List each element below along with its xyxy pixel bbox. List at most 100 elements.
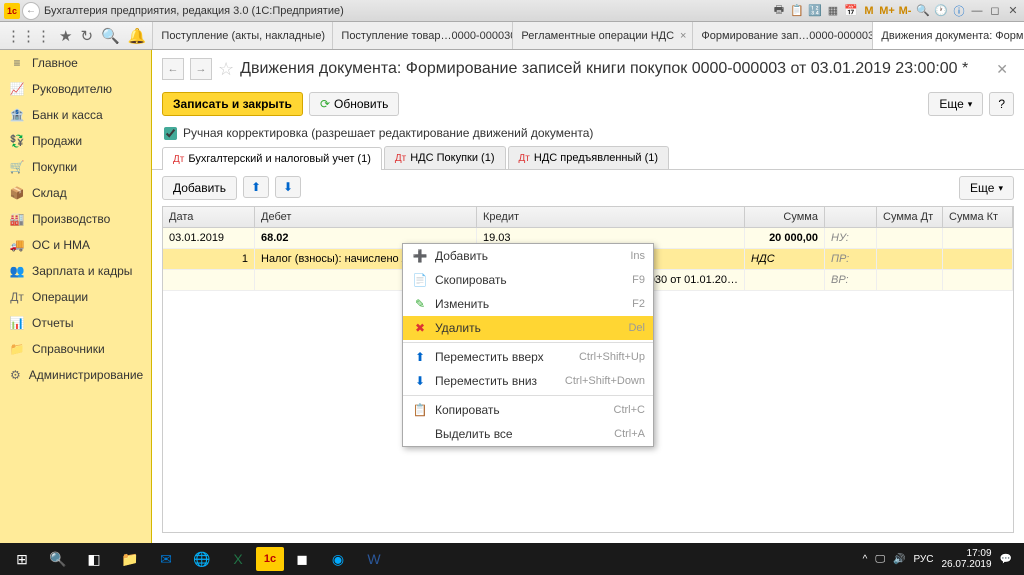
sidebar-label: Операции [32,290,88,304]
sidebar-item[interactable]: 🏦 Банк и касса [0,102,151,128]
app-icon[interactable]: ◼ [284,545,320,573]
1c-taskbar-icon[interactable]: 1c [256,547,284,571]
doc-nav-fwd[interactable]: → [190,58,212,80]
sidebar-item[interactable]: 📊Отчеты [0,310,151,336]
col-sum[interactable]: Сумма [745,207,825,227]
taskview-icon[interactable]: ◧ [76,545,112,573]
tray-up-icon[interactable]: ^ [863,554,868,565]
apps-icon[interactable]: ⋮⋮⋮ [6,27,51,45]
doc-close-icon[interactable]: ✕ [990,61,1014,78]
col-kredit[interactable]: Кредит [477,207,745,227]
context-menu-item[interactable]: ✖УдалитьDel [403,316,653,340]
grid-icon[interactable]: ▦ [826,4,840,18]
col-date[interactable]: Дата [163,207,255,227]
tray-lang[interactable]: РУС [913,554,933,565]
manual-edit-checkbox[interactable] [164,127,177,140]
tray-monitor-icon[interactable]: 🖵 [875,554,885,565]
tab-close-icon[interactable]: × [680,30,686,42]
move-down-button[interactable]: ⬇ [275,176,301,198]
info-icon[interactable]: ⓘ [952,4,966,18]
sidebar-label: Администрирование [29,368,143,382]
context-menu-item[interactable]: 📋КопироватьCtrl+C [403,398,653,422]
clipboard-icon[interactable]: 📋 [790,4,804,18]
menu-separator [403,342,653,343]
maximize-icon[interactable]: ◻ [988,4,1002,18]
sidebar-icon: 📁 [10,342,24,356]
main-tab[interactable]: Регламентные операции НДС× [513,22,693,49]
nav-back-icon[interactable]: ← [22,2,40,20]
m-plus-icon[interactable]: M+ [880,4,894,18]
search-taskbar-icon[interactable]: 🔍 [40,545,76,573]
calc-icon[interactable]: 🔢 [808,4,822,18]
context-menu-item[interactable]: ✎ИзменитьF2 [403,292,653,316]
sidebar-label: Банк и касса [32,108,103,122]
refresh-button[interactable]: ⟳Обновить [309,92,399,116]
document-tab[interactable]: ДтНДС предъявленный (1) [508,146,670,169]
menu-item-shortcut: Ctrl+C [614,404,645,416]
close-icon[interactable]: ✕ [1006,4,1020,18]
excel-icon[interactable]: X [220,545,256,573]
help-button[interactable]: ? [989,92,1014,116]
tray-notifications-icon[interactable]: 💬 [1000,554,1012,565]
more-button[interactable]: Еще ▾ [928,92,983,116]
menu-item-label: Копировать [429,403,614,417]
sidebar-item[interactable]: ⚙Администрирование [0,362,151,388]
tray-clock[interactable]: 17:09 26.07.2019 [941,548,991,570]
col-sumdt[interactable]: Сумма Дт [877,207,943,227]
document-tab[interactable]: ДтНДС Покупки (1) [384,146,506,169]
move-up-button[interactable]: ⬆ [243,176,269,198]
clock-icon[interactable]: 🕐 [934,4,948,18]
menu-item-shortcut: F2 [632,298,645,310]
chrome-icon[interactable]: 🌐 [184,545,220,573]
document-tab[interactable]: ДтБухгалтерский и налоговый учет (1) [162,147,382,170]
col-sumkt[interactable]: Сумма Кт [943,207,1013,227]
search-icon[interactable]: 🔍 [101,27,120,45]
main-tab[interactable]: Поступление товар…0000-000030× [333,22,513,49]
context-menu-item[interactable]: ➕ДобавитьIns [403,244,653,268]
main-tab[interactable]: Формирование зап…0000-000003× [693,22,873,49]
sidebar-item[interactable]: 👥Зарплата и кадры [0,258,151,284]
explorer-icon[interactable]: 📁 [112,545,148,573]
teamviewer-icon[interactable]: ◉ [320,545,356,573]
sidebar-item[interactable]: 📁Справочники [0,336,151,362]
bell-icon[interactable]: 🔔 [128,27,147,45]
save-close-button[interactable]: Записать и закрыть [162,92,303,116]
main-tab[interactable]: Поступление (акты, накладные)× [153,22,333,49]
doc-nav-back[interactable]: ← [162,58,184,80]
sidebar-item[interactable]: 🛒Покупки [0,154,151,180]
sidebar-item[interactable]: 💱Продажи [0,128,151,154]
sidebar-item[interactable]: ДтОперации [0,284,151,310]
minimize-icon[interactable]: — [970,4,984,18]
sidebar-icon: 📈 [10,82,24,96]
star-icon[interactable]: ★ [59,27,72,45]
context-menu-item[interactable]: Выделить всеCtrl+A [403,422,653,446]
sidebar-item[interactable]: 🏭Производство [0,206,151,232]
start-button[interactable]: ⊞ [4,545,40,573]
sidebar-item[interactable]: 📦Склад [0,180,151,206]
m-minus-icon[interactable]: M- [898,4,912,18]
sidebar-icon: 🏦 [10,108,24,122]
menu-item-shortcut: Ctrl+A [614,428,645,440]
sidebar-item[interactable]: 📈Руководителю [0,76,151,102]
calendar-icon[interactable]: 📅 [844,4,858,18]
sidebar-item[interactable]: 🚚ОС и НМА [0,232,151,258]
tray-sound-icon[interactable]: 🔊 [893,554,905,565]
document-title: Движения документа: Формирование записей… [240,60,968,78]
history-icon[interactable]: ↻ [80,27,93,45]
context-menu-item[interactable]: ⬆Переместить вверхCtrl+Shift+Up [403,345,653,369]
col-debet[interactable]: Дебет [255,207,477,227]
grid-more-button[interactable]: Еще ▾ [959,176,1014,200]
m-icon[interactable]: M [862,4,876,18]
zoom-icon[interactable]: 🔍 [916,4,930,18]
print-icon[interactable]: 🖶 [772,4,786,18]
menu-item-label: Скопировать [429,273,632,287]
context-menu-item[interactable]: ⬇Переместить внизCtrl+Shift+Down [403,369,653,393]
refresh-icon: ⟳ [320,97,330,111]
word-icon[interactable]: W [356,545,392,573]
context-menu-item[interactable]: 📄СкопироватьF9 [403,268,653,292]
favorite-star-icon[interactable]: ☆ [218,59,234,80]
add-row-button[interactable]: Добавить [162,176,237,200]
sidebar-item[interactable]: ≡Главное [0,50,151,76]
outlook-icon[interactable]: ✉ [148,545,184,573]
main-tab[interactable]: Движения документа: Формир…× [873,22,1024,49]
